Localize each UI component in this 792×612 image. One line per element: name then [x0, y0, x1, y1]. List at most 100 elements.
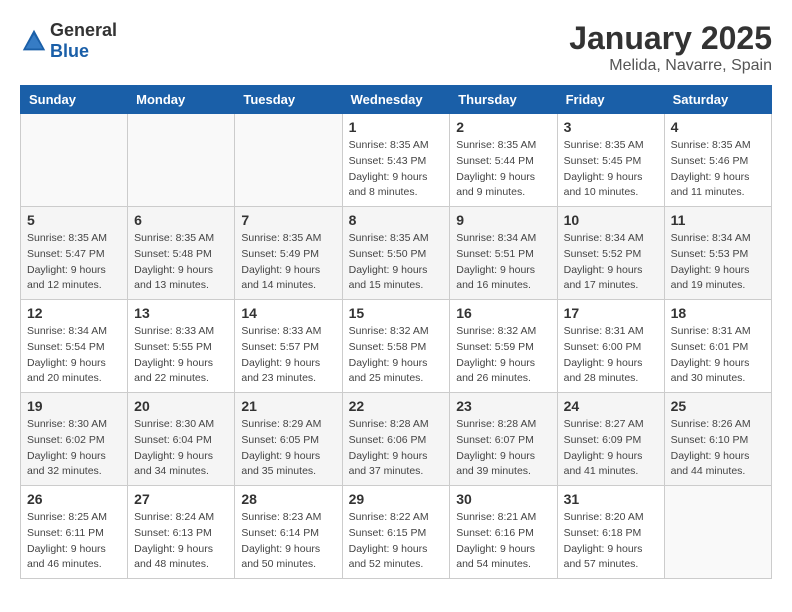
day-number: 11 [671, 212, 765, 228]
day-number: 26 [27, 491, 121, 507]
logo: General Blue [20, 20, 117, 62]
calendar-cell: 3Sunrise: 8:35 AMSunset: 5:45 PMDaylight… [557, 114, 664, 207]
calendar-cell: 14Sunrise: 8:33 AMSunset: 5:57 PMDayligh… [235, 300, 342, 393]
day-info: Sunrise: 8:28 AMSunset: 6:06 PMDaylight:… [349, 417, 444, 480]
day-number: 24 [564, 398, 658, 414]
calendar-cell: 11 Sunrise: 8:34 AMSunset: 5:53 PMDayligh… [664, 207, 771, 300]
day-info: Sunrise: 8:28 AMSunset: 6:07 PMDaylight:… [456, 417, 550, 480]
day-info: Sunrise: 8:31 AMSunset: 6:01 PMDaylight:… [671, 324, 765, 387]
calendar-week-4: 19 Sunrise: 8:30 AMSunset: 6:02 PMDayligh… [21, 393, 772, 486]
calendar-cell: 1 Sunrise: 8:35 AMSunset: 5:43 PMDaylight… [342, 114, 450, 207]
header-thursday: Thursday [450, 86, 557, 114]
day-info: Sunrise: 8:25 AMSunset: 6:11 PMDaylight:… [27, 510, 121, 573]
logo-icon [20, 27, 48, 55]
calendar-week-1: 1 Sunrise: 8:35 AMSunset: 5:43 PMDaylight… [21, 114, 772, 207]
calendar-cell [235, 114, 342, 207]
calendar-cell: 4Sunrise: 8:35 AMSunset: 5:46 PMDaylight… [664, 114, 771, 207]
header-friday: Friday [557, 86, 664, 114]
calendar-cell: 12 Sunrise: 8:34 AMSunset: 5:54 PMDayligh… [21, 300, 128, 393]
header-wednesday: Wednesday [342, 86, 450, 114]
page-header: General Blue January 2025 Melida, Navarr… [20, 20, 772, 75]
day-info: Sunrise: 8:35 AMSunset: 5:43 PMDaylight:… [349, 138, 444, 201]
day-number: 10 [564, 212, 658, 228]
day-info: Sunrise: 8:34 AMSunset: 5:52 PMDaylight:… [564, 231, 658, 294]
day-number: 6 [134, 212, 228, 228]
calendar-cell: 16Sunrise: 8:32 AMSunset: 5:59 PMDayligh… [450, 300, 557, 393]
day-info: Sunrise: 8:29 AMSunset: 6:05 PMDaylight:… [241, 417, 335, 480]
day-number: 23 [456, 398, 550, 414]
day-info: Sunrise: 8:32 AMSunset: 5:58 PMDaylight:… [349, 324, 444, 387]
location-title: Melida, Navarre, Spain [569, 57, 772, 75]
calendar-cell: 30Sunrise: 8:21 AMSunset: 6:16 PMDayligh… [450, 486, 557, 579]
day-info: Sunrise: 8:35 AMSunset: 5:49 PMDaylight:… [241, 231, 335, 294]
day-number: 5 [27, 212, 121, 228]
day-info: Sunrise: 8:33 AMSunset: 5:55 PMDaylight:… [134, 324, 228, 387]
calendar-cell: 13 Sunrise: 8:33 AMSunset: 5:55 PMDayligh… [128, 300, 235, 393]
calendar-week-5: 26 Sunrise: 8:25 AMSunset: 6:11 PMDayligh… [21, 486, 772, 579]
calendar-cell: 9 Sunrise: 8:34 AMSunset: 5:51 PMDaylight… [450, 207, 557, 300]
month-title: January 2025 [569, 20, 772, 57]
calendar-cell: 5 Sunrise: 8:35 AMSunset: 5:47 PMDaylight… [21, 207, 128, 300]
day-info: Sunrise: 8:34 AMSunset: 5:53 PMDaylight:… [671, 231, 765, 294]
day-number: 12 [27, 305, 121, 321]
calendar-cell: 15Sunrise: 8:32 AMSunset: 5:58 PMDayligh… [342, 300, 450, 393]
day-info: Sunrise: 8:26 AMSunset: 6:10 PMDaylight:… [671, 417, 765, 480]
day-info: Sunrise: 8:35 AMSunset: 5:48 PMDaylight:… [134, 231, 228, 294]
day-number: 21 [241, 398, 335, 414]
calendar-cell [664, 486, 771, 579]
day-number: 4 [671, 119, 765, 135]
day-info: Sunrise: 8:20 AMSunset: 6:18 PMDaylight:… [564, 510, 658, 573]
calendar-cell: 24Sunrise: 8:27 AMSunset: 6:09 PMDayligh… [557, 393, 664, 486]
day-info: Sunrise: 8:35 AMSunset: 5:47 PMDaylight:… [27, 231, 121, 294]
calendar-cell: 28Sunrise: 8:23 AMSunset: 6:14 PMDayligh… [235, 486, 342, 579]
calendar-cell [21, 114, 128, 207]
day-info: Sunrise: 8:32 AMSunset: 5:59 PMDaylight:… [456, 324, 550, 387]
calendar-cell: 29 Sunrise: 8:22 AMSunset: 6:15 PMDayligh… [342, 486, 450, 579]
day-info: Sunrise: 8:22 AMSunset: 6:15 PMDaylight:… [349, 510, 444, 573]
calendar-cell: 19 Sunrise: 8:30 AMSunset: 6:02 PMDayligh… [21, 393, 128, 486]
day-number: 17 [564, 305, 658, 321]
day-number: 9 [456, 212, 550, 228]
day-number: 13 [134, 305, 228, 321]
day-number: 27 [134, 491, 228, 507]
calendar-cell: 6 Sunrise: 8:35 AMSunset: 5:48 PMDaylight… [128, 207, 235, 300]
calendar-cell: 31 Sunrise: 8:20 AMSunset: 6:18 PMDayligh… [557, 486, 664, 579]
day-number: 22 [349, 398, 444, 414]
calendar-cell: 7Sunrise: 8:35 AMSunset: 5:49 PMDaylight… [235, 207, 342, 300]
day-info: Sunrise: 8:31 AMSunset: 6:00 PMDaylight:… [564, 324, 658, 387]
title-section: January 2025 Melida, Navarre, Spain [569, 20, 772, 75]
day-number: 31 [564, 491, 658, 507]
day-info: Sunrise: 8:24 AMSunset: 6:13 PMDaylight:… [134, 510, 228, 573]
header-saturday: Saturday [664, 86, 771, 114]
day-number: 29 [349, 491, 444, 507]
day-info: Sunrise: 8:34 AMSunset: 5:54 PMDaylight:… [27, 324, 121, 387]
day-info: Sunrise: 8:21 AMSunset: 6:16 PMDaylight:… [456, 510, 550, 573]
calendar-cell: 18 Sunrise: 8:31 AMSunset: 6:01 PMDayligh… [664, 300, 771, 393]
calendar-cell: 21 Sunrise: 8:29 AMSunset: 6:05 PMDayligh… [235, 393, 342, 486]
day-number: 3 [564, 119, 658, 135]
calendar-header-row: Sunday Monday Tuesday Wednesday Thursday… [21, 86, 772, 114]
calendar-cell: 20Sunrise: 8:30 AMSunset: 6:04 PMDayligh… [128, 393, 235, 486]
day-info: Sunrise: 8:23 AMSunset: 6:14 PMDaylight:… [241, 510, 335, 573]
calendar-cell: 17 Sunrise: 8:31 AMSunset: 6:00 PMDayligh… [557, 300, 664, 393]
day-number: 19 [27, 398, 121, 414]
day-number: 18 [671, 305, 765, 321]
day-info: Sunrise: 8:30 AMSunset: 6:04 PMDaylight:… [134, 417, 228, 480]
calendar-table: Sunday Monday Tuesday Wednesday Thursday… [20, 85, 772, 579]
day-number: 2 [456, 119, 550, 135]
day-info: Sunrise: 8:30 AMSunset: 6:02 PMDaylight:… [27, 417, 121, 480]
day-number: 1 [349, 119, 444, 135]
logo-blue-text: Blue [50, 41, 89, 61]
calendar-week-2: 5 Sunrise: 8:35 AMSunset: 5:47 PMDaylight… [21, 207, 772, 300]
day-number: 8 [349, 212, 444, 228]
calendar-cell: 23 Sunrise: 8:28 AMSunset: 6:07 PMDayligh… [450, 393, 557, 486]
header-tuesday: Tuesday [235, 86, 342, 114]
calendar-cell: 22 Sunrise: 8:28 AMSunset: 6:06 PMDayligh… [342, 393, 450, 486]
calendar-cell: 27 Sunrise: 8:24 AMSunset: 6:13 PMDayligh… [128, 486, 235, 579]
calendar-cell: 8 Sunrise: 8:35 AMSunset: 5:50 PMDaylight… [342, 207, 450, 300]
day-info: Sunrise: 8:35 AMSunset: 5:50 PMDaylight:… [349, 231, 444, 294]
day-info: Sunrise: 8:33 AMSunset: 5:57 PMDaylight:… [241, 324, 335, 387]
day-info: Sunrise: 8:34 AMSunset: 5:51 PMDaylight:… [456, 231, 550, 294]
day-number: 25 [671, 398, 765, 414]
calendar-cell [128, 114, 235, 207]
